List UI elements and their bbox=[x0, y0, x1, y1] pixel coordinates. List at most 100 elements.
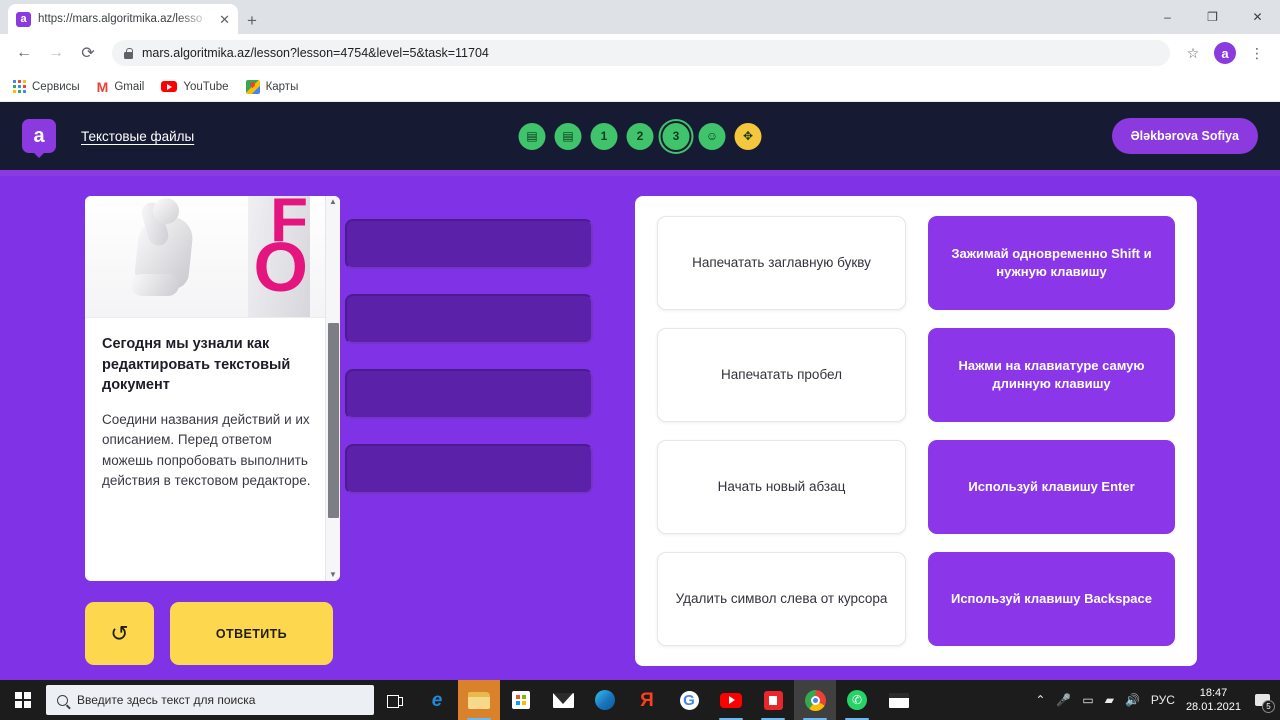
windows-taskbar: Введите здесь текст для поиска e Я G ✆ ⌃… bbox=[0, 680, 1280, 720]
lesson-card-scrollbar[interactable]: ▲ ▼ bbox=[325, 196, 340, 581]
tray-date: 28.01.2021 bbox=[1185, 701, 1241, 713]
step-image-icon[interactable]: ▤ bbox=[518, 122, 546, 150]
close-window-button[interactable]: ✕ bbox=[1235, 0, 1280, 34]
match-term[interactable]: Удалить символ слева от курсора bbox=[657, 552, 906, 646]
match-term[interactable]: Начать новый абзац bbox=[657, 440, 906, 534]
tray-microphone-icon[interactable]: 🎤 bbox=[1056, 694, 1071, 706]
lesson-body: Сегодня мы узнали как редактировать текс… bbox=[85, 318, 340, 581]
step-smiley-icon[interactable]: ☺ bbox=[698, 122, 726, 150]
bookmark-star-icon[interactable]: ☆ bbox=[1180, 40, 1206, 66]
taskbar-file-explorer-icon[interactable] bbox=[458, 680, 500, 720]
bookmark-maps[interactable]: Карты bbox=[245, 79, 298, 94]
taskbar-chrome-icon[interactable] bbox=[794, 680, 836, 720]
algoritmika-logo-icon[interactable]: a bbox=[22, 119, 56, 158]
bookmark-label: Сервисы bbox=[32, 80, 80, 93]
address-bar-url: mars.algoritmika.az/lesson?lesson=4754&l… bbox=[142, 46, 489, 60]
taskbar-youtube-icon[interactable] bbox=[710, 680, 752, 720]
notification-center-icon[interactable]: 5 bbox=[1252, 690, 1275, 713]
browser-tab-strip: a https://mars.algoritmika.az/lesso ✕ + … bbox=[0, 0, 1280, 34]
match-definition[interactable]: Зажимай одновременно Shift и нужную клав… bbox=[928, 216, 1175, 310]
search-placeholder: Введите здесь текст для поиска bbox=[77, 693, 256, 707]
window-controls: – ❐ ✕ bbox=[1145, 0, 1280, 34]
tray-battery-icon[interactable]: ▭ bbox=[1082, 694, 1093, 706]
tray-language-indicator[interactable]: РУС bbox=[1151, 694, 1175, 706]
step-2[interactable]: 2 bbox=[626, 122, 654, 150]
profile-avatar[interactable]: a bbox=[1214, 42, 1236, 64]
scroll-up-icon[interactable]: ▲ bbox=[329, 196, 337, 208]
search-icon bbox=[57, 694, 68, 706]
forward-icon[interactable]: → bbox=[42, 39, 70, 67]
taskbar-whatsapp-icon[interactable]: ✆ bbox=[836, 680, 878, 720]
answer-slot-2[interactable] bbox=[345, 294, 593, 344]
step-1[interactable]: 1 bbox=[590, 122, 618, 150]
lesson-column: F O Сегодня мы узнали как редактировать … bbox=[0, 196, 345, 690]
lock-icon bbox=[124, 47, 133, 59]
bookmark-gmail[interactable]: M Gmail bbox=[97, 80, 145, 94]
taskbar-google-icon[interactable]: G bbox=[668, 680, 710, 720]
lesson-instructions: Соедини названия действий и их описанием… bbox=[102, 411, 311, 489]
taskbar-task-view-icon[interactable] bbox=[374, 680, 416, 720]
answer-slots-column bbox=[345, 196, 635, 690]
tray-wifi-icon[interactable]: ▰ bbox=[1105, 694, 1114, 706]
taskbar-red-app-icon[interactable] bbox=[752, 680, 794, 720]
scrollbar-thumb[interactable] bbox=[327, 323, 339, 518]
reload-icon[interactable]: ⟳ bbox=[74, 39, 102, 67]
apps-grid-icon bbox=[12, 80, 26, 94]
maps-icon bbox=[245, 79, 260, 94]
answer-slot-4[interactable] bbox=[345, 444, 593, 494]
match-term[interactable]: Напечатать заглавную букву bbox=[657, 216, 906, 310]
windows-search-box[interactable]: Введите здесь текст для поиска bbox=[46, 685, 374, 715]
bookmark-label: YouTube bbox=[183, 80, 229, 93]
tab-close-icon[interactable]: ✕ bbox=[219, 13, 230, 26]
minimize-button[interactable]: – bbox=[1145, 0, 1190, 34]
lesson-step-tracker: ▤ ▤ 1 2 3 ☺ ✥ bbox=[518, 122, 762, 150]
browser-toolbar: ← → ⟳ mars.algoritmika.az/lesson?lesson=… bbox=[0, 34, 1280, 72]
new-tab-button[interactable]: + bbox=[247, 12, 257, 29]
match-definition[interactable]: Используй клавишу Enter bbox=[928, 440, 1175, 534]
scroll-down-icon[interactable]: ▼ bbox=[329, 569, 337, 581]
browser-tab[interactable]: a https://mars.algoritmika.az/lesso ✕ bbox=[8, 4, 238, 34]
match-definition[interactable]: Нажми на клавиатуре самую длинную клавиш… bbox=[928, 328, 1175, 422]
back-icon[interactable]: ← bbox=[10, 39, 38, 67]
illustration-figure-leg bbox=[131, 274, 179, 296]
answer-slot-1[interactable] bbox=[345, 219, 593, 269]
lesson-card: F O Сегодня мы узнали как редактировать … bbox=[85, 196, 340, 581]
windows-logo-icon bbox=[15, 692, 31, 708]
bookmark-label: Gmail bbox=[114, 80, 145, 93]
tab-title: https://mars.algoritmika.az/lesso bbox=[38, 13, 203, 25]
tray-chevron-icon[interactable]: ⌃ bbox=[1035, 694, 1045, 706]
step-document-icon[interactable]: ▤ bbox=[554, 122, 582, 150]
browser-menu-icon[interactable]: ⋮ bbox=[1244, 40, 1270, 66]
scrollbar-track[interactable] bbox=[326, 208, 340, 569]
match-row: Напечатать пробел Нажми на клавиатуре са… bbox=[657, 328, 1175, 422]
step-3-active[interactable]: 3 bbox=[662, 122, 690, 150]
match-row: Удалить символ слева от курсора Использу… bbox=[657, 552, 1175, 646]
lesson-illustration: F O bbox=[85, 196, 340, 318]
reset-button[interactable]: ↺ bbox=[85, 602, 154, 665]
match-term[interactable]: Напечатать пробел bbox=[657, 328, 906, 422]
taskbar-microsoft-store-icon[interactable] bbox=[500, 680, 542, 720]
step-bonus-icon[interactable]: ✥ bbox=[734, 122, 762, 150]
tray-volume-icon[interactable]: 🔊 bbox=[1125, 694, 1140, 706]
bookmark-youtube[interactable]: YouTube bbox=[161, 80, 229, 93]
answer-button[interactable]: ОТВЕТИТЬ bbox=[170, 602, 333, 665]
lesson-actions: ↺ ОТВЕТИТЬ bbox=[85, 602, 345, 665]
address-bar[interactable]: mars.algoritmika.az/lesson?lesson=4754&l… bbox=[112, 40, 1170, 66]
match-definition[interactable]: Используй клавишу Backspace bbox=[928, 552, 1175, 646]
maximize-button[interactable]: ❐ bbox=[1190, 0, 1235, 34]
user-name-button[interactable]: Ələkbərova Sofiya bbox=[1111, 118, 1258, 154]
match-panel: Напечатать заглавную букву Зажимай однов… bbox=[635, 196, 1197, 666]
tab-favicon: a bbox=[16, 11, 31, 27]
answer-slot-3[interactable] bbox=[345, 369, 593, 419]
bookmark-services[interactable]: Сервисы bbox=[12, 80, 80, 94]
taskbar-yandex-icon[interactable]: Я bbox=[626, 680, 668, 720]
tray-clock[interactable]: 18:47 28.01.2021 bbox=[1186, 686, 1241, 714]
youtube-icon bbox=[161, 81, 178, 92]
breadcrumb[interactable]: Текстовые файлы bbox=[81, 129, 194, 144]
taskbar-edge-chromium-icon[interactable] bbox=[584, 680, 626, 720]
taskbar-movie-app-icon[interactable] bbox=[878, 680, 920, 720]
taskbar-edge-legacy-icon[interactable]: e bbox=[416, 680, 458, 720]
taskbar-mail-icon[interactable] bbox=[542, 680, 584, 720]
start-button[interactable] bbox=[0, 680, 46, 720]
match-row: Начать новый абзац Используй клавишу Ent… bbox=[657, 440, 1175, 534]
